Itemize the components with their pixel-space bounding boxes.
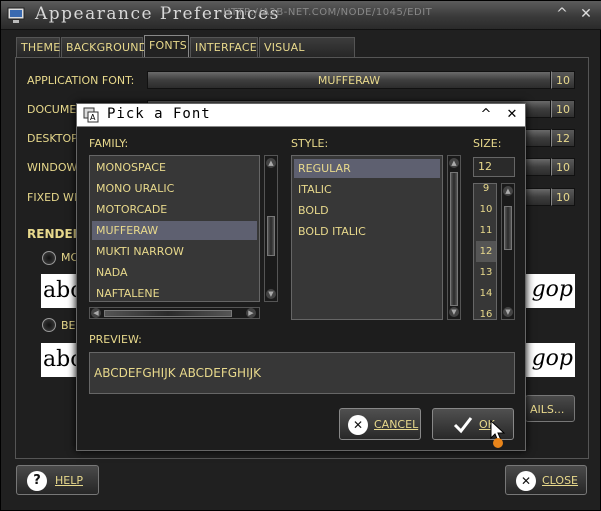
title-bar[interactable]: Appearance Preferences HTTP://A2B-NET.CO… [1,1,601,30]
rendering-sample-2-right: gop [523,343,575,377]
tab-background[interactable]: BACKGROUND [61,37,147,57]
mouse-cursor-icon [490,420,506,448]
family-item-mufferaw[interactable]: MUFFERAW [92,221,257,240]
close-circle-icon: ✕ [516,471,536,491]
style-item-bold[interactable]: BOLD [294,201,440,220]
help-icon: ? [27,471,47,491]
style-list[interactable]: REGULAR ITALIC BOLD BOLD ITALIC [291,155,443,320]
close-button-label: CLOSE [542,474,579,487]
family-item-motorcade[interactable]: MOTORCADE [92,200,257,219]
rendering-option-2-radio[interactable] [42,318,56,332]
font-picker-icon: A [83,107,99,123]
style-label: STYLE: [291,137,329,150]
dialog-title: Pick a Font [107,106,211,122]
rendering-option-1-radio[interactable] [42,251,56,265]
family-item-nada[interactable]: NADA [92,263,257,282]
application-font-label: APPLICATION FONT: [27,74,135,87]
svg-text:A: A [90,113,96,122]
dialog-close-button[interactable]: ✕ [503,105,521,125]
horizontal-scroll-thumb[interactable] [104,310,232,317]
close-window-button[interactable]: ✕ [575,4,597,24]
style-item-italic[interactable]: ITALIC [294,180,440,199]
tab-visual-effects[interactable]: VISUAL EFFECTS [259,37,355,74]
size-item-11[interactable]: 11 [476,220,496,241]
help-button-label: HELP [55,474,83,487]
scroll-up-icon[interactable]: ▲ [503,186,513,196]
application-font-button[interactable]: MUFFERAW [147,71,551,89]
scroll-left-icon[interactable]: ◀ [91,308,101,318]
desktop-font-size[interactable]: 12 [551,129,575,147]
dialog-title-bar[interactable]: A Pick a Font ^ ✕ [77,104,525,127]
size-vertical-scrollbar[interactable]: ▲ ▼ [501,183,515,320]
minimize-button[interactable]: ^ [551,4,573,24]
style-item-regular[interactable]: REGULAR [294,159,440,178]
fixed-width-font-size[interactable]: 10 [551,188,575,206]
style-item-bold-italic[interactable]: BOLD ITALIC [294,222,440,241]
size-item-9[interactable]: 9 [476,184,496,199]
scroll-down-icon[interactable]: ▼ [449,307,459,317]
size-item-12[interactable]: 12 [476,241,496,262]
family-vertical-scrollbar[interactable]: ▲ ▼ [264,155,278,302]
cancel-button[interactable]: ✕ CANCEL [339,408,421,440]
family-item-mono-uralic[interactable]: MONO URALIC [92,179,257,198]
details-button[interactable]: AILS... [525,395,575,422]
tab-interface[interactable]: INTERFACE [190,37,258,57]
style-vertical-scrollbar[interactable]: ▲ ▼ [447,155,461,320]
scroll-up-icon[interactable]: ▲ [266,158,276,168]
details-button-label: AILS... [530,403,565,416]
cancel-button-label: CANCEL [374,418,419,431]
pick-font-dialog: A Pick a Font ^ ✕ FAMILY: MONOSPACE MONO… [76,103,526,451]
family-list[interactable]: MONOSPACE MONO URALIC MOTORCADE MUFFERAW… [89,155,260,302]
checkmark-icon [453,417,473,434]
scroll-down-icon[interactable]: ▼ [503,307,513,317]
scroll-right-icon[interactable]: ▶ [246,308,256,318]
rendering-sample-2-left: abc [41,343,77,377]
document-font-size[interactable]: 10 [551,100,575,118]
size-item-14[interactable]: 14 [476,283,496,304]
url-text: HTTP://A2B-NET.COM/NODE/1045/EDIT [223,7,433,18]
size-item-10[interactable]: 10 [476,199,496,220]
scroll-thumb[interactable] [267,216,275,256]
rendering-sample-1-left: abc [41,274,77,308]
rendering-sample-1-right: gop [523,274,575,308]
tab-theme[interactable]: THEME [16,37,60,57]
scroll-down-icon[interactable]: ▼ [266,289,276,299]
size-item-16[interactable]: 16 [476,304,496,319]
scroll-thumb[interactable] [450,172,458,306]
family-horizontal-scrollbar[interactable]: ◀ ▶ [89,307,260,319]
size-item-13[interactable]: 13 [476,262,496,283]
size-label: SIZE: [473,137,502,150]
tab-fonts[interactable]: FONTS [144,35,189,58]
preview-label: PREVIEW: [89,333,142,346]
family-item-naftalene[interactable]: NAFTALENE [92,284,257,301]
scroll-thumb[interactable] [504,206,512,250]
scroll-up-icon[interactable]: ▲ [449,158,459,168]
size-list[interactable]: 9 10 11 12 13 14 16 [473,183,497,320]
rendering-section-label: RENDER [27,227,82,241]
family-label: FAMILY: [89,137,129,150]
window-title-font-size[interactable]: 10 [551,158,575,176]
help-button[interactable]: ? HELP [16,465,99,495]
rendering-option-2-label: BE [61,319,76,332]
desktop-font-label: DESKTOP [27,132,78,145]
close-button[interactable]: ✕ CLOSE [505,465,587,495]
preview-box: ABCDEFGHIJK ABCDEFGHIJK [89,352,515,394]
monitor-icon [7,7,25,23]
cancel-icon: ✕ [348,415,368,435]
size-input[interactable]: 12 [473,157,515,177]
application-font-size[interactable]: 10 [551,71,575,89]
family-item-mukti-narrow[interactable]: MUKTI NARROW [92,242,257,261]
dialog-minimize-button[interactable]: ^ [477,105,495,125]
family-item-monospace[interactable]: MONOSPACE [92,158,257,177]
